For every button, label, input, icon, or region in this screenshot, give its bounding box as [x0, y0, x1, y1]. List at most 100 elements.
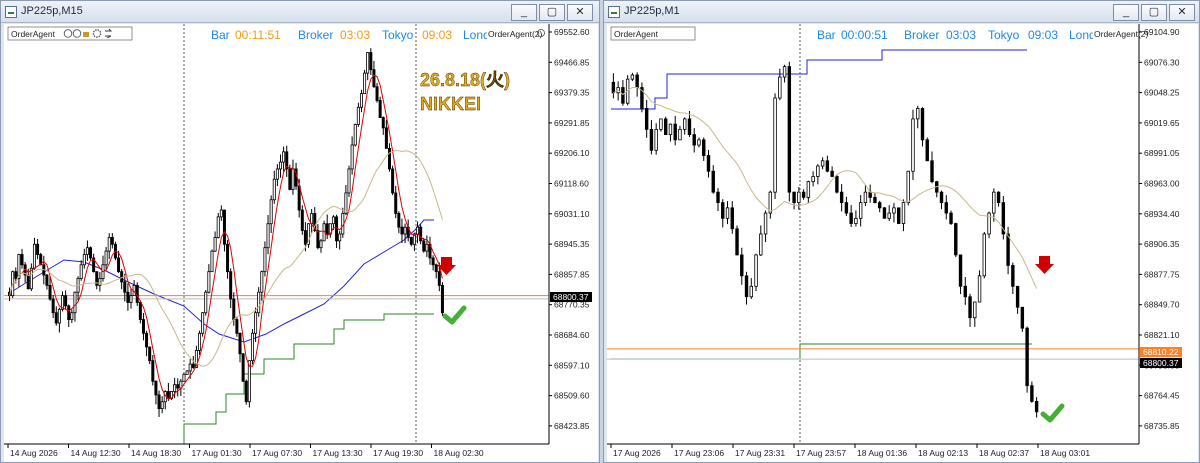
x-tick-label: 17 Aug 2026 — [613, 448, 661, 458]
candle — [403, 226, 407, 235]
candle — [744, 275, 749, 298]
candle — [381, 117, 385, 129]
ea-name-label[interactable]: OrderAgent — [614, 29, 659, 39]
ea-name-label[interactable]: OrderAgent — [11, 29, 56, 39]
candle — [925, 139, 929, 162]
candle — [363, 72, 367, 95]
candle — [678, 128, 682, 141]
tokyo-time: 09:03 — [422, 28, 452, 42]
candle — [54, 312, 58, 324]
candle — [644, 108, 649, 130]
candle — [148, 346, 152, 362]
chart-window-m15[interactable]: JP225p,M15 _ ▢ ✕ OrderAgent Bar 00:11:51… — [0, 0, 600, 463]
current-price-label: 68800.37 — [1143, 358, 1179, 368]
window-titlebar[interactable]: JP225p,M1 _ ▢ ✕ — [604, 1, 1199, 23]
candle — [801, 191, 806, 198]
candle — [906, 170, 910, 204]
maximize-button[interactable]: ▢ — [1141, 4, 1167, 21]
candle — [316, 230, 320, 249]
candle — [391, 168, 395, 194]
bar-label: Bar — [817, 28, 836, 42]
candle — [1030, 385, 1034, 402]
candle — [621, 87, 625, 104]
candle — [241, 353, 245, 382]
lock-icon[interactable] — [83, 32, 89, 37]
candle — [763, 212, 768, 235]
candle — [73, 291, 77, 314]
candle — [226, 243, 230, 273]
candle — [630, 74, 635, 80]
y-tick-label: 68906.35 — [1144, 239, 1180, 249]
candle — [692, 134, 696, 146]
candle — [635, 74, 639, 88]
face-icon[interactable] — [72, 29, 82, 38]
close-button[interactable]: ✕ — [1169, 4, 1195, 21]
broker-time: 03:03 — [946, 28, 976, 42]
candle — [697, 139, 701, 146]
candle — [350, 144, 354, 170]
candle — [182, 373, 186, 382]
close-button[interactable]: ✕ — [567, 4, 593, 21]
candle — [104, 250, 108, 266]
broker-time: 03:03 — [340, 28, 370, 42]
candle — [440, 284, 444, 314]
chart-window-m1[interactable]: JP225p,M1 _ ▢ ✕ OrderAgent Bar 00:00:51 … — [603, 0, 1200, 463]
candle — [222, 209, 226, 245]
y-tick-label: 69031.10 — [554, 209, 590, 219]
candle — [611, 81, 616, 94]
candle — [247, 360, 251, 403]
candle — [229, 271, 233, 300]
candle — [288, 168, 292, 190]
x-tick-label: 18 Aug 02:30 — [434, 448, 484, 458]
candle — [973, 301, 977, 319]
candle — [759, 233, 763, 256]
candle — [901, 202, 906, 224]
candle — [198, 332, 202, 351]
tokyo-label: Tokyo — [988, 28, 1020, 42]
y-tick-label: 68877.75 — [1144, 269, 1180, 279]
price-chart-m15[interactable]: OrderAgent Bar 00:11:51 Broker 03:03 Tok… — [4, 24, 598, 462]
candle — [749, 285, 753, 298]
ea-tag: OrderAgent(2) — [488, 29, 542, 39]
candle — [26, 274, 30, 290]
candle — [649, 128, 654, 151]
candle — [673, 123, 677, 141]
candle — [949, 212, 953, 224]
candle — [257, 291, 261, 314]
y-tick-label: 68423.85 — [554, 421, 590, 431]
candle — [892, 207, 896, 214]
candle — [254, 312, 258, 334]
minimize-button[interactable]: _ — [1113, 4, 1139, 21]
minimize-button[interactable]: _ — [511, 4, 537, 21]
candle — [89, 247, 93, 259]
candle — [378, 100, 382, 118]
bar-time: 00:00:51 — [841, 28, 888, 42]
candle — [110, 237, 114, 245]
x-tick-label: 14 Aug 12:30 — [71, 448, 121, 458]
candle — [416, 226, 420, 235]
candle — [916, 108, 920, 120]
window-title: JP225p,M1 — [624, 5, 680, 17]
candle — [706, 155, 711, 172]
bar-label: Bar — [211, 28, 230, 42]
candle — [213, 237, 217, 252]
candle — [266, 223, 270, 249]
broker-label: Broker — [904, 28, 939, 42]
candle — [806, 181, 811, 198]
candle — [844, 202, 849, 214]
ea-tag: OrderAgent(2) — [1094, 29, 1148, 39]
candle — [126, 291, 130, 303]
candle — [191, 363, 195, 368]
x-tick-label: 17 Aug 01:30 — [192, 448, 242, 458]
window-titlebar[interactable]: JP225p,M15 _ ▢ ✕ — [1, 1, 599, 23]
candle — [996, 191, 1001, 204]
y-tick-label: 68597.10 — [554, 360, 590, 370]
candle — [20, 254, 24, 266]
candle — [250, 332, 254, 362]
maximize-button[interactable]: ▢ — [539, 4, 565, 21]
candle — [394, 192, 398, 214]
broker-label: Broker — [298, 28, 333, 42]
price-chart-m1[interactable]: OrderAgent Bar 00:00:51 Broker 03:03 Tok… — [607, 24, 1198, 462]
tokyo-time: 09:03 — [1028, 28, 1058, 42]
candle — [773, 97, 777, 193]
